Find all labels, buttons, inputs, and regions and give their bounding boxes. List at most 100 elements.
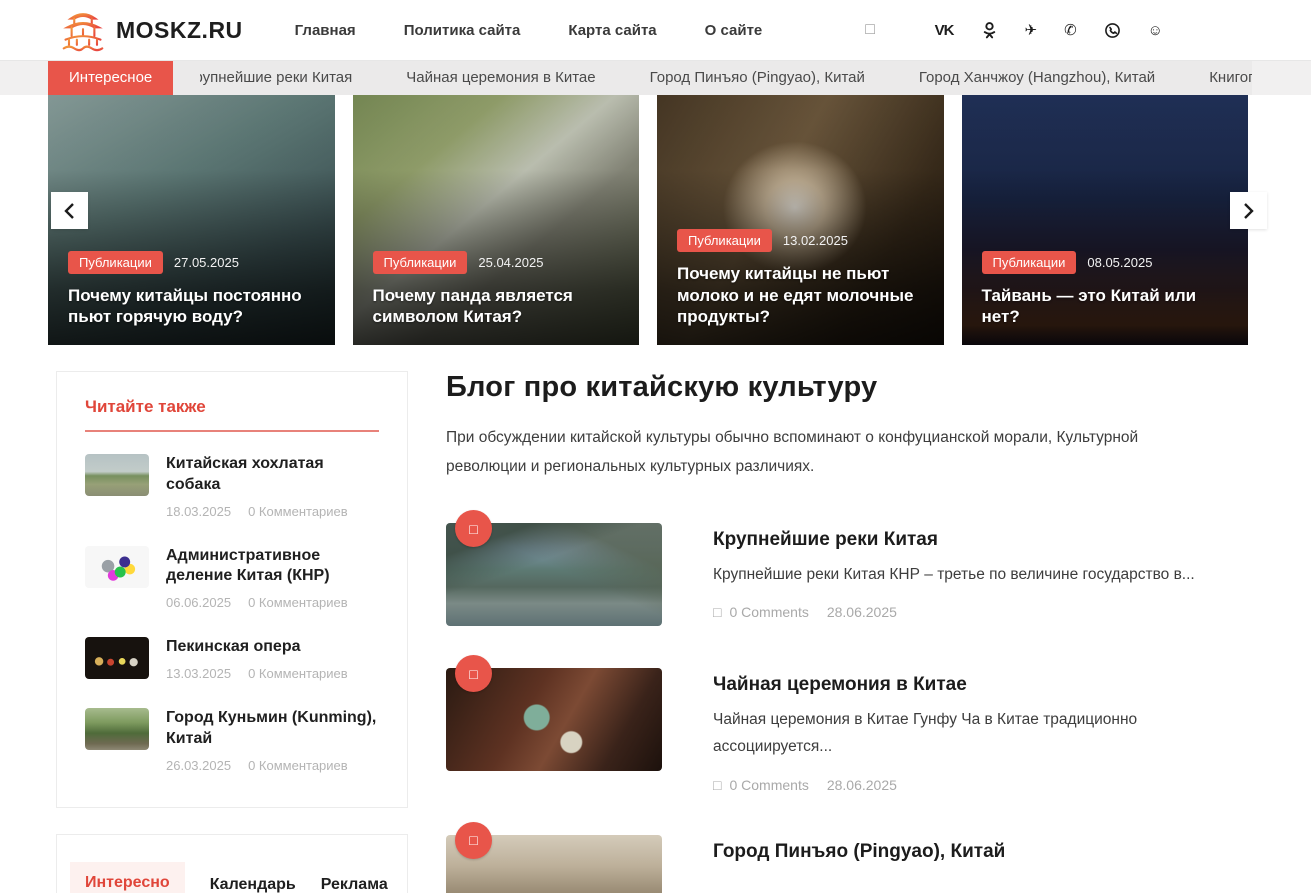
article-date: 28.06.2025 (826, 776, 897, 793)
page-title: Блог про китайскую культуру (446, 371, 878, 403)
site-name: MOSKZ.RU (116, 16, 243, 43)
category-badge[interactable]: Публикации (981, 250, 1077, 274)
vk-icon[interactable]: VK (935, 23, 955, 38)
tab-hangzhou[interactable]: Город Ханчжоу (Hangzhou), Китай (892, 61, 1182, 95)
side-item-comments: 0 Комментариев (248, 665, 348, 681)
comments-count[interactable]: 0 Comments (729, 777, 808, 793)
read-also-widget: Читайте также Китайская хохлатая собака … (56, 371, 408, 808)
tabstrip-bar: Интересное Крупнейшие реки Китая Чайная … (0, 61, 1311, 95)
viber-icon[interactable]: ✆ (1064, 23, 1077, 38)
carousel-slide-taiwan[interactable]: Публикации 08.05.2025 Тайвань — это Кита… (961, 95, 1249, 346)
article-excerpt: Чайная церемония в Китае Гунфу Ча в Кита… (713, 711, 1138, 756)
side-item-title[interactable]: Город Куньмин (Kunming), Китай (166, 708, 379, 750)
widget-tab-ads[interactable]: Реклама (321, 864, 388, 893)
slide-title[interactable]: Почему китайцы постоянно пьют горячую во… (68, 285, 315, 328)
slide-date: 25.04.2025 (478, 254, 544, 270)
carousel-slide-panda[interactable]: Публикации 25.04.2025 Почему панда являе… (352, 95, 640, 346)
slide-date: 27.05.2025 (173, 254, 239, 270)
carousel-prev-button[interactable] (51, 192, 88, 229)
slide-date: 13.02.2025 (782, 233, 848, 249)
list-item[interactable]: Административное деление Китая (КНР) 06.… (85, 545, 379, 611)
slide-caption: Публикации 25.04.2025 Почему панда являе… (353, 237, 640, 346)
nav-home[interactable]: Главная (295, 22, 356, 39)
carousel-slide-hot-water[interactable]: Публикации 27.05.2025 Почему китайцы пос… (48, 95, 335, 345)
article-title[interactable]: Крупнейшие реки Китая (713, 529, 1195, 551)
tab-rivers[interactable]: Крупнейшие реки Китая (173, 61, 379, 95)
article-row-tea: □ Чайная церемония в Китае Чайная церемо… (446, 655, 1248, 793)
article-date: 28.06.2025 (826, 604, 897, 621)
tab-pingyao[interactable]: Город Пинъяо (Pingyao), Китай (623, 61, 892, 95)
slide-caption: Публикации 27.05.2025 Почему китайцы пос… (48, 237, 335, 346)
site-logo[interactable]: MOSKZ.RU (62, 8, 243, 52)
side-item-title[interactable]: Китайская хохлатая собака (166, 454, 379, 496)
list-item[interactable]: Город Куньмин (Kunming), Китай 26.03.202… (85, 707, 379, 773)
article-title[interactable]: Город Пинъяо (Pingyao), Китай (713, 841, 1005, 863)
list-item[interactable]: Китайская хохлатая собака 18.03.2025 0 К… (85, 454, 379, 519)
site-header: MOSKZ.RU Главная Политика сайта Карта са… (0, 0, 1311, 61)
telegram-icon[interactable]: ✈ (1025, 23, 1038, 38)
slide-caption: Публикации 08.05.2025 Тайвань — это Кита… (962, 237, 1249, 346)
smiley-icon[interactable]: ☺ (1148, 23, 1163, 38)
post-format-icon: □ (455, 655, 492, 693)
main-column: Блог про китайскую культуру При обсужден… (446, 371, 1248, 893)
intro-text: При обсуждении китайской культуры обычно… (446, 429, 1139, 475)
read-also-title: Читайте также (85, 397, 379, 432)
thumbnail-tea[interactable]: □ (446, 655, 662, 772)
article-meta: □ 0 Comments 28.06.2025 (713, 604, 1195, 620)
search-icon[interactable]: □ (865, 21, 875, 39)
carousel-next-button[interactable] (1230, 192, 1267, 229)
article-meta: □ 0 Comments 28.06.2025 (713, 777, 1248, 793)
comments-icon: □ (713, 604, 722, 621)
social-links: VK ✈ ✆ ☺ (935, 21, 1163, 39)
slide-title[interactable]: Почему китайцы не пьют молоко и не едят … (677, 263, 924, 327)
side-item-comments: 0 Комментариев (248, 595, 348, 611)
slide-title[interactable]: Почему панда является символом Китая? (373, 285, 620, 328)
nav-about[interactable]: О сайте (705, 22, 763, 39)
comments-count[interactable]: 0 Comments (729, 604, 808, 620)
category-badge[interactable]: Публикации (372, 250, 468, 274)
slide-title[interactable]: Тайвань — это Китай или нет? (982, 285, 1229, 328)
widget-tab-calendar[interactable]: Календарь (210, 864, 296, 893)
side-item-date: 13.03.2025 (166, 665, 232, 681)
sidebar: Читайте также Китайская хохлатая собака … (56, 371, 408, 893)
nav-site-policy[interactable]: Политика сайта (404, 22, 521, 39)
comments-icon: □ (713, 776, 722, 793)
article-title[interactable]: Чайная церемония в Китае (713, 674, 1248, 696)
nav-sitemap[interactable]: Карта сайта (568, 22, 656, 39)
list-item[interactable]: Пекинская опера 13.03.2025 0 Комментарие… (85, 637, 379, 681)
thumbnail-rivers[interactable]: □ (446, 510, 662, 627)
post-format-icon: □ (455, 821, 492, 859)
article-tabs: Интересное Крупнейшие реки Китая Чайная … (48, 61, 1252, 95)
side-item-comments: 0 Комментариев (248, 757, 348, 773)
side-item-title[interactable]: Пекинская опера (166, 637, 348, 658)
pagoda-logo-icon (62, 8, 104, 52)
main-nav: Главная Политика сайта Карта сайта О сай… (295, 22, 811, 39)
category-badge[interactable]: Публикации (68, 250, 163, 274)
carousel-slide-milk[interactable]: Публикации 13.02.2025 Почему китайцы не … (657, 95, 944, 345)
odnoklassniki-icon[interactable] (981, 21, 998, 39)
side-item-date: 26.03.2025 (166, 757, 232, 773)
tab-tea-ceremony[interactable]: Чайная церемония в Китае (379, 61, 622, 95)
post-format-icon: □ (455, 510, 492, 548)
thumbnail-dog (85, 454, 149, 496)
side-item-date: 18.03.2025 (166, 503, 232, 519)
tab-book-printing[interactable]: Книгопе (1182, 61, 1252, 95)
article-row-rivers: □ Крупнейшие реки Китая Крупнейшие реки … (446, 510, 1248, 627)
featured-carousel: Публикации 27.05.2025 Почему китайцы пос… (48, 95, 1267, 346)
whatsapp-icon[interactable] (1104, 22, 1121, 39)
article-row-pingyao: □ Город Пинъяо (Pingyao), Китай (446, 821, 1248, 893)
thumbnail-pingyao[interactable]: □ (446, 821, 662, 893)
slide-caption: Публикации 13.02.2025 Почему китайцы не … (657, 215, 944, 345)
article-excerpt: Крупнейшие реки Китая КНР – третье по ве… (713, 566, 1195, 584)
side-item-date: 06.06.2025 (166, 595, 232, 611)
content-area: Читайте также Китайская хохлатая собака … (0, 345, 1311, 893)
thumbnail-kunming (85, 707, 149, 750)
sidebar-tabs-widget: Интересно Календарь Реклама (56, 833, 408, 893)
widget-tab-interesno[interactable]: Интересно (70, 861, 185, 893)
category-badge[interactable]: Публикации (677, 229, 772, 253)
side-item-title[interactable]: Административное деление Китая (КНР) (166, 546, 379, 588)
side-item-comments: 0 Комментариев (248, 503, 348, 519)
thumbnail-china-map (85, 545, 149, 588)
tab-interesnoe[interactable]: Интересное (48, 61, 174, 95)
thumbnail-opera (85, 637, 149, 680)
